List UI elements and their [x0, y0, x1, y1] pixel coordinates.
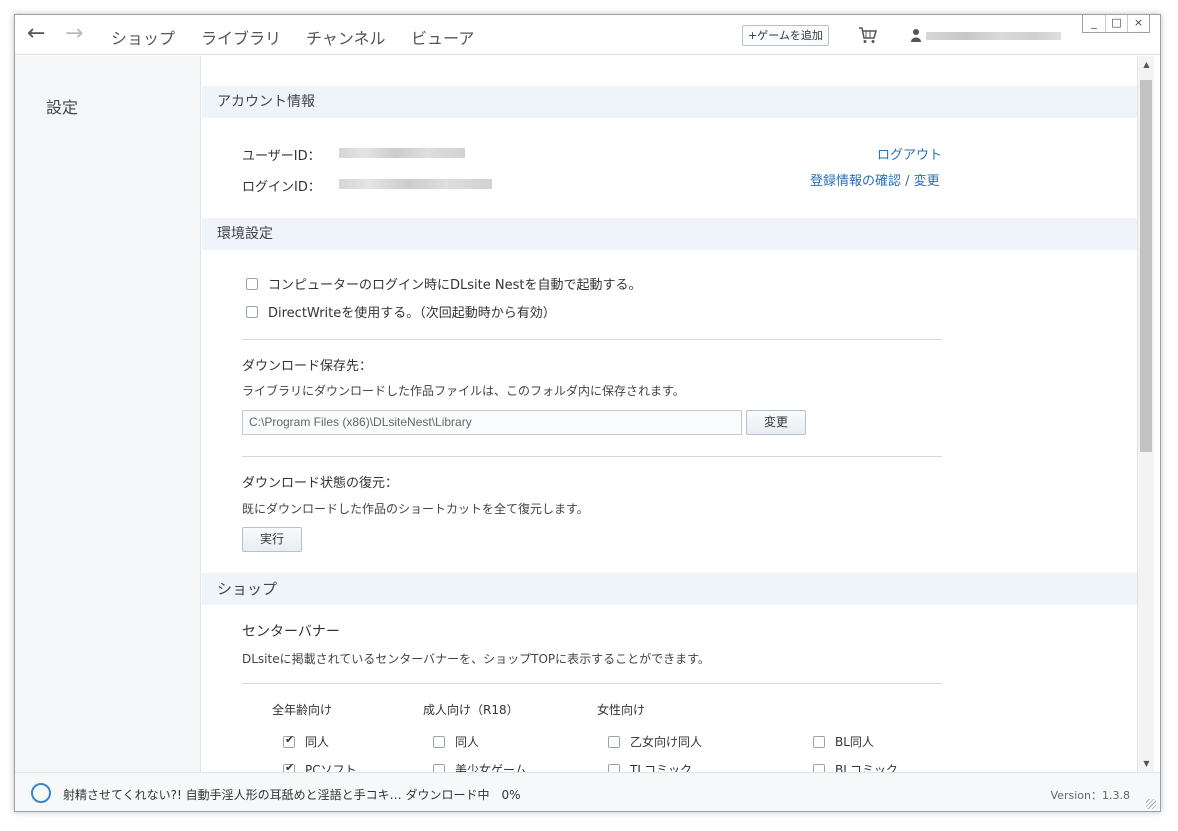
download-status-text: 射精させてくれない?! 自動手淫人形の耳舐めと淫語と手コキ… ダウンロード中 0… — [63, 788, 521, 802]
label-otome-doujin: 乙女向け同人 — [630, 735, 703, 749]
top-navigation-bar: ← → ショップ ライブラリ チャンネル ビューア +ゲームを追加 _ □ × — [15, 15, 1160, 55]
vertical-scrollbar[interactable]: ▲ ▼ — [1137, 56, 1154, 772]
status-bar: 射精させてくれない?! 自動手淫人形の耳舐めと淫語と手コキ… ダウンロード中 0… — [15, 772, 1160, 811]
column-adult: 成人向け（R18） — [423, 703, 519, 717]
sidebar-title: 設定 — [46, 98, 79, 117]
scroll-up-icon[interactable]: ▲ — [1138, 56, 1155, 73]
option-adult-doujin[interactable]: 同人 — [433, 733, 479, 750]
divider — [242, 456, 942, 457]
directwrite-label: DirectWriteを使用する。（次回起動時から有効） — [268, 306, 556, 321]
checkbox-tl-comic[interactable] — [608, 763, 620, 772]
version-label: Version：1.3.8 — [1050, 789, 1130, 802]
option-allages-doujin[interactable]: 同人 — [283, 733, 329, 750]
maximize-icon[interactable]: □ — [1105, 15, 1127, 32]
column-all-ages: 全年齢向け — [272, 703, 333, 717]
restore-title: ダウンロード状態の復元： — [242, 476, 399, 491]
resize-grip-icon[interactable] — [1146, 799, 1156, 809]
run-restore-button[interactable]: 実行 — [242, 527, 302, 552]
forward-arrow-icon[interactable]: → — [65, 21, 83, 47]
directwrite-option[interactable]: DirectWriteを使用する。（次回起動時から有効） — [246, 302, 556, 321]
label-bl-comic: BLコミック — [835, 763, 898, 772]
checkbox-pc-soft[interactable] — [283, 761, 295, 772]
checkbox-allages-doujin[interactable] — [283, 733, 295, 748]
download-dest-desc: ライブラリにダウンロードした作品ファイルは、このフォルダ内に保存されます。 — [242, 384, 685, 398]
column-female: 女性向け — [597, 703, 646, 717]
auto-start-option[interactable]: コンピューターのログイン時にDLsite Nestを自動で起動する。 — [246, 274, 641, 293]
option-bl-comic[interactable]: BLコミック — [813, 761, 898, 772]
back-arrow-icon[interactable]: ← — [27, 21, 45, 47]
divider — [242, 339, 942, 340]
option-bishoujo-game[interactable]: 美少女ゲーム — [433, 761, 527, 772]
label-adult-doujin: 同人 — [455, 735, 480, 749]
label-pc-soft: PCソフト — [305, 763, 357, 772]
download-path-field[interactable]: C:\Program Files (x86)\DLsiteNest\Librar… — [242, 410, 742, 435]
login-id-label: ログインID： — [242, 180, 321, 195]
center-banner-desc: DLsiteに掲載されているセンターバナーを、ショップTOPに表示することができ… — [242, 652, 710, 666]
directwrite-checkbox[interactable] — [246, 305, 258, 318]
cart-icon[interactable] — [858, 25, 878, 45]
user-name-redacted — [926, 32, 1061, 40]
label-tl-comic: TLコミック — [630, 763, 693, 772]
option-bl-doujin[interactable]: BL同人 — [813, 733, 874, 750]
user-id-label: ユーザーID： — [242, 149, 321, 164]
nav-library[interactable]: ライブラリ — [201, 25, 281, 49]
add-game-button[interactable]: +ゲームを追加 — [742, 25, 829, 46]
app-window: ← → ショップ ライブラリ チャンネル ビューア +ゲームを追加 _ □ × … — [14, 14, 1161, 812]
close-icon[interactable]: × — [1127, 15, 1149, 32]
env-section-header: 環境設定 — [202, 218, 1137, 250]
minimize-icon[interactable]: _ — [1083, 15, 1105, 32]
checkbox-bishoujo-game[interactable] — [433, 763, 445, 772]
user-icon — [911, 29, 921, 42]
account-info-link[interactable]: 登録情報の確認 / 変更 — [810, 170, 940, 189]
center-banner-title: センターバナー — [242, 624, 340, 640]
option-tl-comic[interactable]: TLコミック — [608, 761, 692, 772]
shop-section-header: ショップ — [202, 573, 1137, 605]
settings-content: アカウント情報 ユーザーID： ログアウト ログインID： 登録情報の確認 / … — [202, 56, 1137, 772]
label-allages-doujin: 同人 — [305, 735, 330, 749]
checkbox-adult-doujin[interactable] — [433, 735, 445, 748]
checkbox-bl-doujin[interactable] — [813, 735, 825, 748]
sidebar: 設定 — [15, 56, 201, 772]
restore-desc: 既にダウンロードした作品のショートカットを全て復元します。 — [242, 502, 589, 516]
label-bishoujo-game: 美少女ゲーム — [455, 763, 527, 772]
checkbox-bl-comic[interactable] — [813, 763, 825, 772]
option-pc-soft[interactable]: PCソフト — [283, 761, 357, 772]
account-section-header: アカウント情報 — [202, 86, 1137, 118]
option-otome-doujin[interactable]: 乙女向け同人 — [608, 733, 702, 750]
window-controls: _ □ × — [1082, 15, 1150, 33]
divider — [242, 683, 942, 684]
scroll-thumb[interactable] — [1140, 80, 1152, 452]
loading-spinner-icon — [31, 783, 51, 803]
nav-channel[interactable]: チャンネル — [306, 25, 386, 49]
label-bl-doujin: BL同人 — [835, 735, 874, 749]
auto-start-label: コンピューターのログイン時にDLsite Nestを自動で起動する。 — [268, 278, 642, 293]
nav-shop[interactable]: ショップ — [111, 25, 175, 49]
nav-viewer[interactable]: ビューア — [411, 25, 474, 49]
checkbox-otome-doujin[interactable] — [608, 735, 620, 748]
logout-link[interactable]: ログアウト — [877, 144, 942, 163]
login-id-value-redacted — [339, 179, 492, 189]
auto-start-checkbox[interactable] — [246, 277, 258, 290]
scroll-down-icon[interactable]: ▼ — [1138, 755, 1155, 772]
change-path-button[interactable]: 変更 — [746, 410, 806, 435]
user-id-value-redacted — [339, 148, 465, 158]
download-dest-title: ダウンロード保存先： — [242, 359, 373, 374]
